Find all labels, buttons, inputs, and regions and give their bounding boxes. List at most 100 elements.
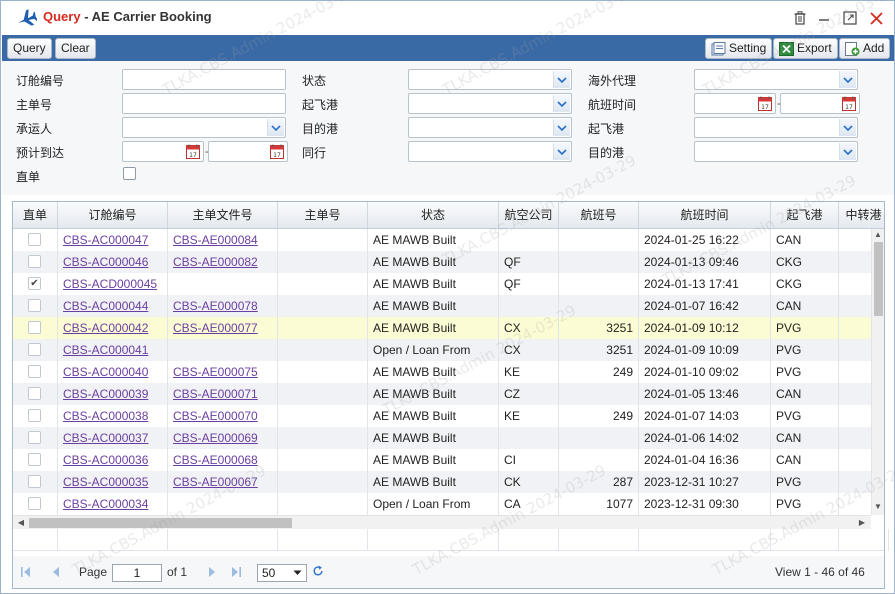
peer-select[interactable]: [408, 141, 572, 162]
mawb-file-link[interactable]: CBS-AE000069: [173, 431, 258, 445]
carrier-select[interactable]: [122, 117, 286, 138]
direct-row-checkbox[interactable]: [28, 475, 41, 488]
add-button[interactable]: Add: [839, 38, 891, 59]
booking-no-link[interactable]: CBS-AC000041: [63, 343, 148, 357]
flight-time-to-input[interactable]: 17: [780, 93, 860, 114]
direct-checkbox[interactable]: [123, 167, 136, 180]
maximize-button[interactable]: [841, 9, 859, 27]
header-col-direct[interactable]: 直单: [13, 202, 58, 228]
mawb-file-link[interactable]: CBS-AE000071: [173, 387, 258, 401]
table-row[interactable]: CBS-AC000036 CBS-AE000068 AE MAWB Built CI 2…: [13, 449, 871, 471]
mawb-file-link[interactable]: CBS-AE000070: [173, 409, 258, 423]
setting-button[interactable]: Setting: [705, 38, 773, 59]
header-col-transit[interactable]: 中转港: [839, 202, 884, 228]
minimize-button[interactable]: [815, 9, 833, 27]
header-col-booking-no[interactable]: 订舱编号: [58, 202, 168, 228]
booking-no-input[interactable]: [122, 69, 286, 90]
mawb-file-link[interactable]: CBS-AE000077: [173, 321, 258, 335]
page-size-select[interactable]: 50: [257, 564, 307, 582]
direct-row-checkbox[interactable]: [28, 409, 41, 422]
direct-row-checkbox[interactable]: ✔: [28, 277, 41, 290]
direct-row-checkbox[interactable]: [28, 497, 41, 510]
direct-row-checkbox[interactable]: [28, 255, 41, 268]
booking-no-link[interactable]: CBS-AC000044: [63, 299, 148, 313]
mawb-file-link[interactable]: CBS-AE000075: [173, 365, 258, 379]
header-col-origin[interactable]: 起飞港: [771, 202, 839, 228]
flight-time-from-input[interactable]: 17: [694, 93, 776, 114]
direct-row-checkbox[interactable]: [28, 343, 41, 356]
calendar-icon[interactable]: 17: [270, 144, 284, 159]
scroll-right-icon[interactable]: ▶: [856, 518, 868, 527]
vertical-scrollbar[interactable]: ▲ ▼: [871, 229, 884, 515]
status-select[interactable]: [408, 69, 572, 90]
direct-row-checkbox[interactable]: [28, 299, 41, 312]
agent-select[interactable]: [694, 69, 858, 90]
scroll-up-icon[interactable]: ▲: [872, 230, 884, 239]
page-number-input[interactable]: 1: [112, 564, 162, 582]
calendar-icon[interactable]: 17: [758, 96, 772, 111]
scroll-down-icon[interactable]: ▼: [872, 502, 884, 511]
mawb-file-link[interactable]: CBS-AE000082: [173, 255, 258, 269]
booking-no-link[interactable]: CBS-AC000036: [63, 453, 148, 467]
export-button[interactable]: Export: [773, 38, 838, 59]
origin-select[interactable]: [408, 93, 572, 114]
vertical-scroll-thumb[interactable]: [874, 242, 883, 316]
booking-no-link[interactable]: CBS-AC000046: [63, 255, 148, 269]
booking-no-link[interactable]: CBS-AC000035: [63, 475, 148, 489]
eta-from-input[interactable]: 17: [122, 141, 204, 162]
mawb-file-link[interactable]: CBS-AE000068: [173, 453, 258, 467]
header-col-airline[interactable]: 航空公司: [499, 202, 559, 228]
table-row[interactable]: CBS-AC000047 CBS-AE000084 AE MAWB Built 202…: [13, 229, 871, 251]
close-button[interactable]: [867, 9, 885, 27]
booking-no-link[interactable]: CBS-AC000039: [63, 387, 148, 401]
direct-row-checkbox[interactable]: [28, 233, 41, 246]
mawb-file-link[interactable]: CBS-AE000078: [173, 299, 258, 313]
table-row[interactable]: CBS-AC000034 Open / Loan From CA 1077 2023-1…: [13, 493, 871, 515]
mawb-file-link[interactable]: CBS-AE000067: [173, 475, 258, 489]
header-col-mawb-file[interactable]: 主单文件号: [168, 202, 278, 228]
table-row[interactable]: ✔ CBS-ACD000045 AE MAWB Built QF 2024-01-13 …: [13, 273, 871, 295]
header-col-mawb[interactable]: 主单号: [278, 202, 368, 228]
table-row[interactable]: CBS-AC000044 CBS-AE000078 AE MAWB Built 202…: [13, 295, 871, 317]
header-col-flight-time[interactable]: 航班时间: [639, 202, 771, 228]
delete-button[interactable]: [791, 9, 809, 27]
direct-row-checkbox[interactable]: [28, 387, 41, 400]
query-button[interactable]: Query: [7, 38, 52, 59]
first-page-icon[interactable]: [19, 566, 33, 578]
table-row[interactable]: CBS-AC000042 CBS-AE000077 AE MAWB Built CX 3…: [13, 317, 871, 339]
header-col-status[interactable]: 状态: [368, 202, 499, 228]
destination-select[interactable]: [408, 117, 572, 138]
clear-button[interactable]: Clear: [55, 38, 96, 59]
mawb-file-link[interactable]: CBS-AE000084: [173, 233, 258, 247]
table-row[interactable]: CBS-AC000038 CBS-AE000070 AE MAWB Built KE 2…: [13, 405, 871, 427]
prev-page-icon[interactable]: [49, 566, 63, 578]
booking-no-link[interactable]: CBS-AC000047: [63, 233, 148, 247]
table-row[interactable]: CBS-AC000037 CBS-AE000069 AE MAWB Built 202…: [13, 427, 871, 449]
direct-row-checkbox[interactable]: [28, 321, 41, 334]
booking-no-link[interactable]: CBS-AC000037: [63, 431, 148, 445]
direct-row-checkbox[interactable]: [28, 365, 41, 378]
header-col-flight-no[interactable]: 航班号: [559, 202, 639, 228]
table-row[interactable]: CBS-AC000039 CBS-AE000071 AE MAWB Built CZ 2…: [13, 383, 871, 405]
refresh-icon[interactable]: [311, 565, 325, 577]
last-page-icon[interactable]: [229, 566, 243, 578]
booking-no-link[interactable]: CBS-AC000034: [63, 497, 148, 511]
calendar-icon[interactable]: 17: [186, 144, 200, 159]
table-row[interactable]: CBS-AC000035 CBS-AE000067 AE MAWB Built CK 2…: [13, 471, 871, 493]
scroll-left-icon[interactable]: ◀: [15, 518, 27, 527]
direct-row-checkbox[interactable]: [28, 431, 41, 444]
table-row[interactable]: CBS-AC000040 CBS-AE000075 AE MAWB Built KE 2…: [13, 361, 871, 383]
next-page-icon[interactable]: [205, 566, 219, 578]
booking-no-link[interactable]: CBS-AC000040: [63, 365, 148, 379]
eta-to-input[interactable]: 17: [208, 141, 288, 162]
horizontal-scroll-thumb[interactable]: [29, 518, 292, 528]
mawb-input[interactable]: [122, 93, 286, 114]
direct-row-checkbox[interactable]: [28, 453, 41, 466]
origin2-select[interactable]: [694, 117, 858, 138]
table-row[interactable]: CBS-AC000046 CBS-AE000082 AE MAWB Built QF 2…: [13, 251, 871, 273]
booking-no-link[interactable]: CBS-AC000038: [63, 409, 148, 423]
booking-no-link[interactable]: CBS-ACD000045: [63, 277, 157, 291]
destination2-select[interactable]: [694, 141, 858, 162]
horizontal-scrollbar[interactable]: ◀ ▶: [13, 515, 871, 529]
table-row[interactable]: CBS-AC000041 Open / Loan From CX 3251 2024-0…: [13, 339, 871, 361]
